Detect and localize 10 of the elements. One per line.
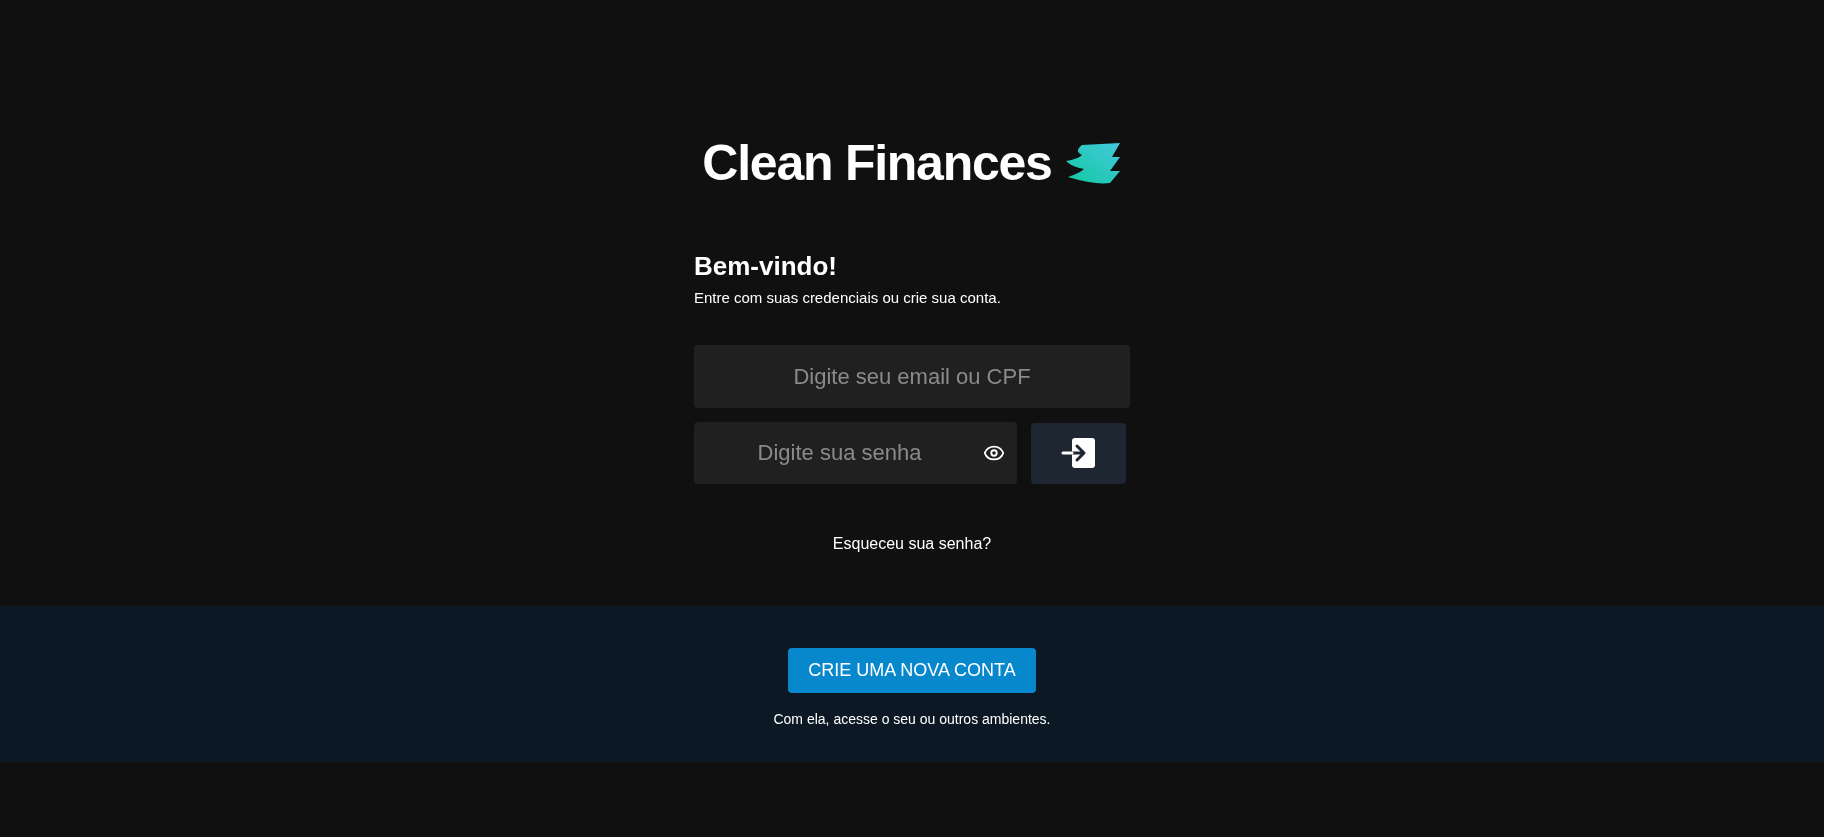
welcome-heading: Bem-vindo! [694,250,838,283]
forgot-password-link[interactable]: Esqueceu sua senha? [832,532,992,556]
email-field[interactable]: Digite seu email ou CPF [694,345,1130,408]
login-button[interactable] [1031,422,1126,484]
password-field[interactable]: Digite sua senha [694,422,1017,484]
create-account-button[interactable]: CRIE UMA NOVA CONTA [788,648,1036,693]
app-title: Clean Finances [702,138,1052,188]
signup-caption: Com ela, acesse o seu ou outros ambientes. [773,710,1051,729]
sign-in-icon [1060,436,1097,470]
welcome-subtitle: Entre com suas credenciais ou crie sua conta. [694,287,1002,308]
